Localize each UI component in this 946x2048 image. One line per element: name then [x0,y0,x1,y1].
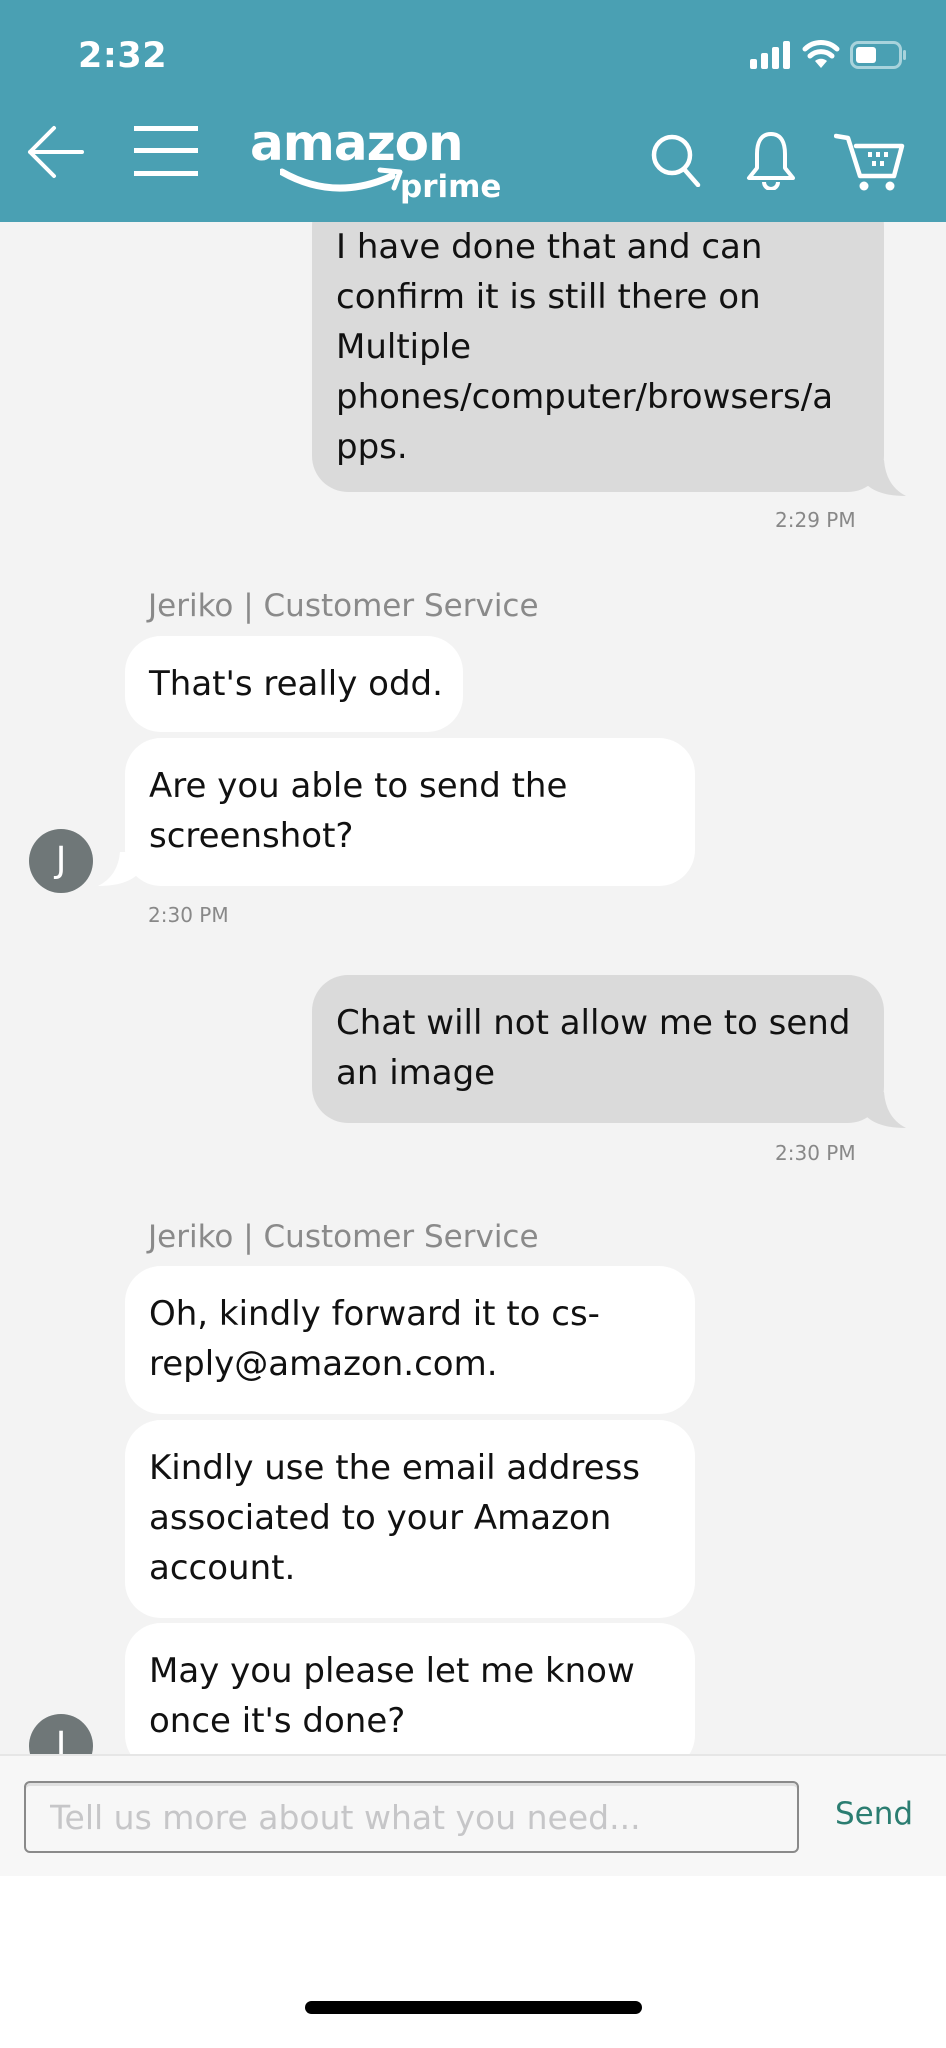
message-line: Oh, kindly forward it to cs- [149,1294,600,1334]
bubble-tail [866,1092,906,1128]
message-line: an image [336,1053,496,1093]
send-button[interactable]: Send [835,1796,913,1832]
message-text: Are you able to send the screenshot? [149,761,675,861]
message-line: once it's done? [149,1701,406,1741]
message-timestamp: 2:29 PM [775,508,856,532]
status-time: 2:32 [78,36,168,76]
message-text: Chat will not allow me to send an image [336,998,864,1098]
message-text: Oh, kindly forward it to cs- reply@amazo… [149,1289,675,1389]
message-line: May you please let me know [149,1651,635,1691]
message-text: I have done that and can confirm it is s… [336,222,864,472]
message-input[interactable] [24,1781,799,1853]
agent-message-bubble: That's really odd. [125,636,463,732]
message-line: reply@amazon.com. [149,1344,498,1384]
agent-avatar: J [29,829,93,893]
user-message-bubble: Chat will not allow me to send an image [312,975,884,1123]
message-text: Kindly use the email address associated … [149,1443,675,1593]
agent-message-bubble: Oh, kindly forward it to cs- reply@amazo… [125,1266,695,1414]
battery-icon [850,41,906,69]
agent-avatar: J [29,1714,93,1754]
message-line: Kindly use the email address [149,1448,640,1488]
cart-icon[interactable] [834,132,906,192]
logo-word: amazon [250,114,464,172]
wifi-icon [802,40,840,68]
message-line: Are you able to send the [149,766,568,806]
message-line: Multiple [336,327,472,367]
message-line: I have done that and can [336,227,763,267]
agent-message-bubble: May you please let me know once it's don… [125,1623,695,1754]
user-message-bubble: I have done that and can confirm it is s… [312,190,884,492]
status-icons [750,40,908,70]
agent-name: Jeriko | Customer Service [148,1219,539,1255]
message-line: phones/computer/browsers/a [336,377,834,417]
message-line: screenshot? [149,816,354,856]
search-icon[interactable] [650,133,702,187]
hamburger-menu-icon[interactable] [134,122,198,180]
message-text: That's really odd. [149,659,443,709]
message-line: pps. [336,427,408,467]
message-timestamp: 2:30 PM [148,903,229,927]
message-timestamp: 2:30 PM [775,1141,856,1165]
smile-arrow-icon [280,167,403,192]
home-indicator[interactable] [305,2001,642,2014]
bell-icon[interactable] [744,130,798,190]
message-text: May you please let me know once it's don… [149,1646,675,1746]
chat-transcript[interactable]: I have done that and can confirm it is s… [0,0,946,1754]
message-line: That's really odd. [149,664,443,704]
signal-icon [750,41,790,69]
agent-message-bubble: Are you able to send the screenshot? [125,738,695,886]
bubble-tail [98,852,138,886]
app-header: 2:32 amazon prime [0,0,946,222]
back-arrow-icon[interactable] [26,122,86,182]
bubble-tail [866,460,906,496]
agent-name: Jeriko | Customer Service [148,588,539,624]
message-line: account. [149,1548,296,1588]
message-composer: Send [0,1754,946,1876]
agent-message-bubble: Kindly use the email address associated … [125,1420,695,1618]
message-line: confirm it is still there on [336,277,761,317]
message-line: associated to your Amazon [149,1498,612,1538]
logo-sub: prime [400,169,502,205]
message-line: Chat will not allow me to send [336,1003,851,1043]
